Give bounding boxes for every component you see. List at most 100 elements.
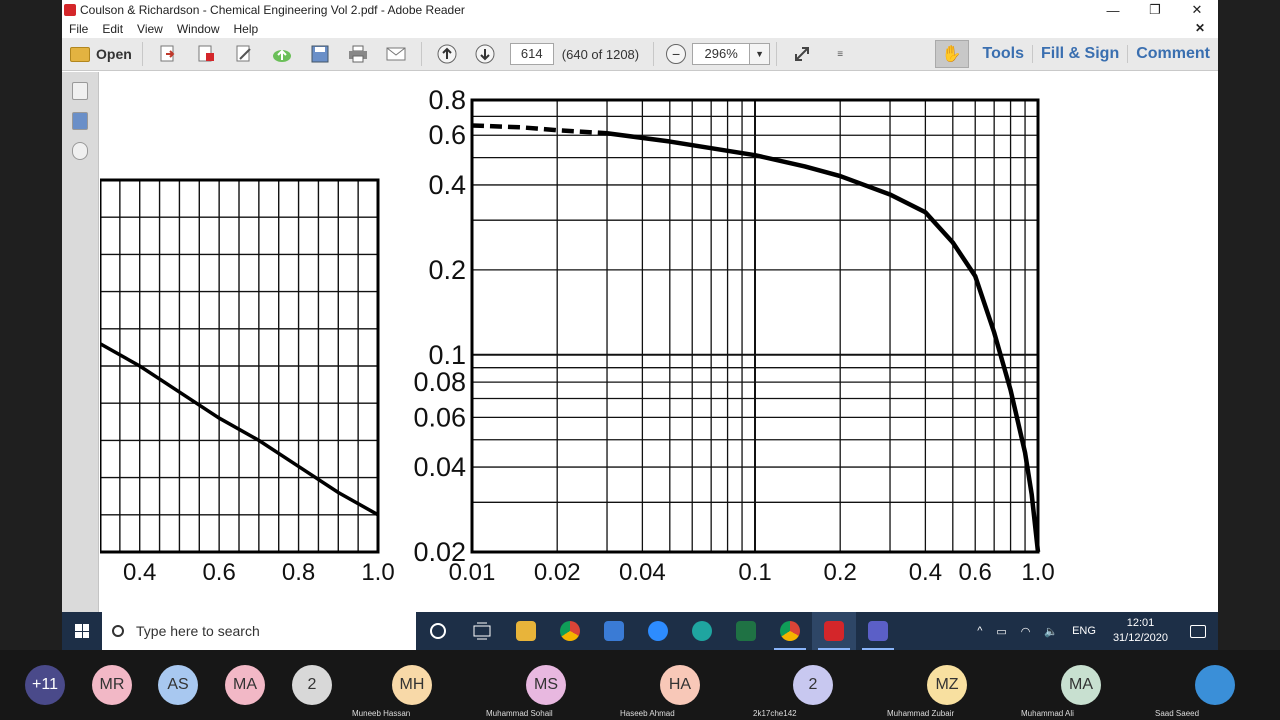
notifications-icon[interactable]	[1190, 624, 1206, 638]
pdf-page[interactable]: 0.4 0.6 0.8 1.0 0.8 0.6 0.4 0.2 0.1 0.08 0.06 0.04 0…	[100, 72, 1218, 612]
left-chart-x-tick-label: 1.0	[361, 559, 394, 586]
fill-sign-tab[interactable]: Fill & Sign	[1032, 45, 1127, 63]
participant-name: 2k17che142	[753, 709, 797, 718]
create-pdf-icon[interactable]	[157, 43, 179, 65]
participant-avatar[interactable]: 2	[793, 665, 833, 705]
folder-icon	[70, 46, 90, 62]
bookmark-icon[interactable]	[72, 112, 88, 130]
title-bar: Coulson & Richardson - Chemical Engineer…	[62, 0, 1218, 20]
right-chart-x-tick-label: 0.02	[534, 559, 581, 586]
save-icon[interactable]	[309, 43, 331, 65]
adobe-reader-window: Coulson & Richardson - Chemical Engineer…	[62, 0, 1218, 612]
document-close-button[interactable]: ✕	[1188, 21, 1212, 35]
export-pdf-icon[interactable]	[195, 43, 217, 65]
pages-icon[interactable]	[72, 82, 88, 100]
taskbar-search[interactable]: Type here to search	[102, 612, 416, 650]
system-tray: ^ ▭ ◠ 🔈 ENG 12:01 31/12/2020	[970, 616, 1218, 646]
next-page-icon[interactable]	[474, 43, 496, 65]
participant-avatar[interactable]: MH	[392, 665, 432, 705]
edit-pdf-icon[interactable]	[233, 43, 255, 65]
adobe-reader-icon[interactable]	[812, 612, 856, 650]
participant-name: Muhammad Ali	[1021, 709, 1074, 718]
pdf-app-icon	[64, 4, 76, 16]
volume-icon[interactable]: 🔈	[1037, 625, 1065, 638]
menu-view[interactable]: View	[130, 22, 170, 36]
start-button[interactable]	[62, 612, 102, 650]
comment-tab[interactable]: Comment	[1127, 45, 1218, 63]
file-explorer-icon[interactable]	[504, 612, 548, 650]
chart-canvas: 0.4 0.6 0.8 1.00.80.60.40.20.10.080.060.040…	[100, 85, 1055, 586]
menu-file[interactable]: File	[62, 22, 95, 36]
right-chart-x-tick-label: 0.1	[738, 559, 771, 586]
zoom-dropdown-chevron-down-icon[interactable]: ▼	[750, 43, 771, 65]
participant-avatar[interactable]: HA	[660, 665, 700, 705]
document-viewer: 0.4 0.6 0.8 1.0 0.8 0.6 0.4 0.2 0.1 0.08 0.06 0.04 0…	[62, 72, 1218, 612]
right-chart-x-tick-label: 0.4	[909, 559, 942, 586]
left-chart-x-tick-label: 0.6	[202, 559, 235, 586]
clock-date: 31/12/2020	[1112, 632, 1168, 644]
teams-icon[interactable]	[856, 612, 900, 650]
page-number-input[interactable]: 614	[509, 43, 554, 65]
menu-help[interactable]: Help	[227, 22, 266, 36]
open-button[interactable]: Open	[70, 41, 132, 67]
email-icon[interactable]	[385, 43, 407, 65]
participant-avatar[interactable]: AS	[158, 665, 198, 705]
zoom-app-icon[interactable]	[636, 612, 680, 650]
clock-time: 12:01	[1126, 617, 1155, 629]
left-chart-x-tick-label: 0.8	[282, 559, 315, 586]
search-placeholder: Type here to search	[136, 623, 260, 639]
excel-icon[interactable]	[724, 612, 768, 650]
close-button[interactable]: ✕	[1176, 0, 1218, 20]
open-label: Open	[96, 46, 132, 62]
windows-taskbar: Type here to search ^ ▭ ◠ 🔈 ENG 12:01 31…	[62, 612, 1218, 650]
hand-tool-icon[interactable]: ✋	[934, 40, 969, 68]
expand-icon[interactable]	[791, 43, 813, 65]
toolbar-separator	[141, 42, 143, 66]
chrome-icon[interactable]	[548, 612, 592, 650]
zoom-out-button[interactable]: −	[666, 44, 687, 64]
show-hidden-icons-chevron-up-icon[interactable]: ^	[970, 625, 989, 637]
right-chart-y-tick-label: 0.4	[428, 170, 466, 200]
right-chart-y-tick-label: 0.1	[428, 340, 466, 370]
upload-cloud-icon[interactable]	[271, 43, 293, 65]
menu-window[interactable]: Window	[170, 22, 227, 36]
menu-edit[interactable]: Edit	[95, 22, 130, 36]
tools-tab[interactable]: Tools	[975, 45, 1032, 63]
participant-avatar[interactable]: MR	[92, 665, 132, 705]
print-icon[interactable]	[347, 43, 369, 65]
right-chart-y-tick-label: 0.06	[413, 402, 466, 432]
clock[interactable]: 12:01 31/12/2020	[1103, 616, 1178, 646]
edge-icon[interactable]	[680, 612, 724, 650]
navigation-panel	[62, 72, 99, 612]
language-indicator[interactable]: ENG	[1065, 625, 1103, 637]
zoom-input[interactable]: 296%	[692, 43, 751, 65]
toolbar-separator	[653, 42, 655, 66]
task-view-icon[interactable]	[460, 612, 504, 650]
right-chart-dashed-series-line	[471, 123, 608, 136]
right-chart-x-tick-label: 1.0	[1021, 559, 1054, 586]
wifi-icon[interactable]: ◠	[1014, 625, 1038, 638]
right-chart-x-tick-label: 0.01	[449, 559, 496, 586]
minimize-button[interactable]: —	[1092, 0, 1134, 20]
store-icon[interactable]	[592, 612, 636, 650]
right-chart-x-tick-label: 0.6	[959, 559, 992, 586]
participant-avatar[interactable]: MS	[526, 665, 566, 705]
attachment-icon[interactable]	[72, 142, 88, 160]
previous-page-icon[interactable]	[436, 43, 458, 65]
toolbar-overflow-icon[interactable]: ≡	[829, 43, 851, 65]
toolbar: Open 614 (640 of 1208) − 296% ▼ ≡ ✋ Tool…	[62, 38, 1218, 71]
toolbar-separator	[420, 42, 422, 66]
participant-avatar[interactable]: MA	[1061, 665, 1101, 705]
right-chart-y-tick-label: 0.8	[428, 85, 466, 115]
participant-avatar[interactable]: +11	[25, 665, 65, 705]
chrome-profile-icon[interactable]	[768, 612, 812, 650]
battery-icon[interactable]: ▭	[989, 625, 1013, 638]
right-chart-x-tick-label: 0.2	[824, 559, 857, 586]
participant-video-thumbnail[interactable]	[1195, 665, 1235, 705]
participant-avatar[interactable]: 2	[292, 665, 332, 705]
participant-avatar[interactable]: MA	[225, 665, 265, 705]
cortana-icon[interactable]	[416, 612, 460, 650]
participant-name: Saad Saeed	[1155, 709, 1200, 718]
participant-avatar[interactable]: MZ	[927, 665, 967, 705]
restore-button[interactable]: ❐	[1134, 0, 1176, 20]
